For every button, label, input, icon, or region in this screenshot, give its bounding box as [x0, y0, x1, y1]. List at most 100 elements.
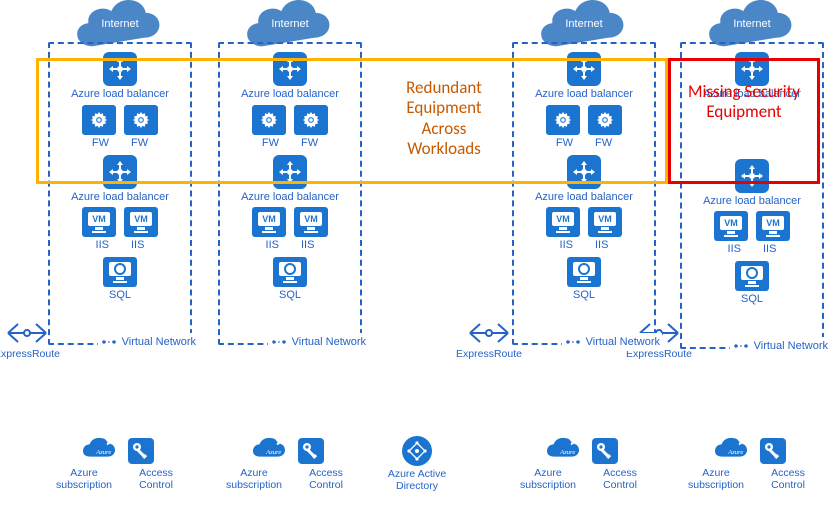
load-balancer-icon — [273, 155, 307, 189]
iis-labels: IISIIS — [560, 239, 609, 251]
firewall-tile — [294, 105, 328, 135]
load-balancer-icon — [735, 159, 769, 193]
iis-row: VM VM — [714, 211, 790, 241]
load-balancer-label: Azure load balancer — [241, 88, 339, 101]
load-balancer-icon — [567, 52, 601, 86]
azure-subscription-icon: Azure — [715, 436, 747, 466]
vnet-tag: Virtual Network — [562, 333, 662, 351]
access-control-icon — [757, 436, 789, 466]
iis-labels: IISIIS — [266, 239, 315, 251]
access-control-label: Access Control — [125, 468, 187, 491]
stack-column: InternetAzure load balancerFWFWAzure loa… — [40, 0, 200, 345]
sql-row — [103, 257, 137, 287]
load-balancer-icon — [273, 52, 307, 86]
subscription-footer: Azure Azure subscription Access Control — [504, 436, 664, 491]
subscription-footer: Azure Azure subscription Access Control — [672, 436, 832, 491]
sql-label: SQL — [279, 289, 301, 301]
azure-ad-label: Azure Active Directory — [372, 468, 462, 492]
internet-cloud: Internet — [707, 0, 797, 48]
sql-tile — [567, 257, 601, 287]
firewall-row — [252, 105, 328, 135]
sql-label: SQL — [573, 289, 595, 301]
subscription-footer: AzureAzure subscriptionAccess Control — [210, 436, 370, 491]
subscription-label: Azure subscription — [517, 468, 579, 491]
internet-cloud: Internet — [245, 0, 335, 48]
azure-active-directory: Azure Active Directory — [372, 436, 462, 496]
load-balancer-icon — [103, 52, 137, 86]
azure-ad-icon — [402, 436, 432, 466]
svg-text:Azure: Azure — [727, 449, 743, 456]
access-control-icon — [589, 436, 621, 466]
stack-column: InternetAzure load balancerAzure load ba… — [672, 0, 832, 349]
sql-row — [273, 257, 307, 287]
sql-label: SQL — [741, 293, 763, 305]
internet-label: Internet — [101, 18, 138, 30]
vm-tile: VM — [294, 207, 328, 237]
access-control-icon — [295, 436, 327, 466]
firewall-labels: FWFW — [262, 137, 318, 149]
sql-tile — [273, 257, 307, 287]
internet-label: Internet — [271, 18, 308, 30]
load-balancer-icon — [103, 155, 137, 189]
vm-tile: VM — [588, 207, 622, 237]
access-control-icon — [125, 436, 157, 466]
sql-tile — [735, 261, 769, 291]
load-balancer-label: Azure load balancer — [535, 88, 633, 101]
virtual-network-box: Azure load balancer FWFW Azure load balanc… — [48, 42, 192, 345]
firewall-labels: FWFW — [556, 137, 612, 149]
iis-row: VM VM — [546, 207, 622, 237]
stack-column: InternetAzure load balancerFWFWAzure loa… — [210, 0, 370, 345]
subscription-footer: AzureAzure subscription Access Control — [40, 436, 200, 491]
missing-callout-text: Missing Security Equipment — [676, 82, 812, 123]
subscription-label: Azure subscription — [223, 468, 285, 491]
vnet-tag: Virtual Network — [730, 337, 830, 355]
access-control-label: Access Control — [757, 468, 819, 491]
stack-column: InternetAzure load balancerFWFWAzure loa… — [504, 0, 664, 345]
svg-text:Azure: Azure — [265, 449, 281, 456]
firewall-tile — [252, 105, 286, 135]
firewall-tile — [82, 105, 116, 135]
vm-tile: VM — [252, 207, 286, 237]
firewall-row — [82, 105, 158, 135]
virtual-network-box: Azure load balancer FWFW Azure load balanc… — [512, 42, 656, 345]
iis-row: VM VM — [82, 207, 158, 237]
vm-tile: VM — [756, 211, 790, 241]
vm-tile: VM — [546, 207, 580, 237]
load-balancer-label: Azure load balancer — [703, 195, 801, 208]
vm-tile: VM — [714, 211, 748, 241]
firewall-row — [546, 105, 622, 135]
load-balancer-label: Azure load balancer — [71, 191, 169, 204]
internet-label: Internet — [565, 18, 602, 30]
load-balancer-label: Azure load balancer — [535, 191, 633, 204]
virtual-network-box: Azure load balancer FWFW Azure load balanc… — [218, 42, 362, 345]
svg-text:Azure: Azure — [559, 449, 575, 456]
firewall-tile — [588, 105, 622, 135]
sql-row — [735, 261, 769, 291]
access-control-label: Access Control — [589, 468, 651, 491]
vnet-tag: Virtual Network — [98, 333, 198, 351]
firewall-tile — [546, 105, 580, 135]
azure-subscription-icon: Azure — [253, 436, 285, 466]
redundant-callout-text: Redundant Equipment Across Workloads — [384, 78, 504, 160]
vm-tile: VM — [82, 207, 116, 237]
internet-cloud: Internet — [75, 0, 165, 48]
sql-row — [567, 257, 601, 287]
iis-labels: IISIIS — [96, 239, 145, 251]
azure-subscription-icon: Azure — [83, 436, 115, 466]
internet-cloud: Internet — [539, 0, 629, 48]
vm-tile: VM — [124, 207, 158, 237]
load-balancer-icon — [567, 155, 601, 189]
firewall-tile — [124, 105, 158, 135]
load-balancer-label: Azure load balancer — [71, 88, 169, 101]
vnet-tag: Virtual Network — [268, 333, 368, 351]
iis-row: VM VM — [252, 207, 328, 237]
sql-label: SQL — [109, 289, 131, 301]
sql-tile — [103, 257, 137, 287]
load-balancer-label: Azure load balancer — [241, 191, 339, 204]
expressroute: ExpressRoute — [0, 320, 54, 364]
internet-label: Internet — [733, 18, 770, 30]
firewall-labels: FWFW — [92, 137, 148, 149]
azure-subscription-icon: Azure — [547, 436, 579, 466]
subscription-label: Azure subscription — [685, 468, 747, 491]
subscription-label: Azure subscription — [53, 468, 115, 491]
